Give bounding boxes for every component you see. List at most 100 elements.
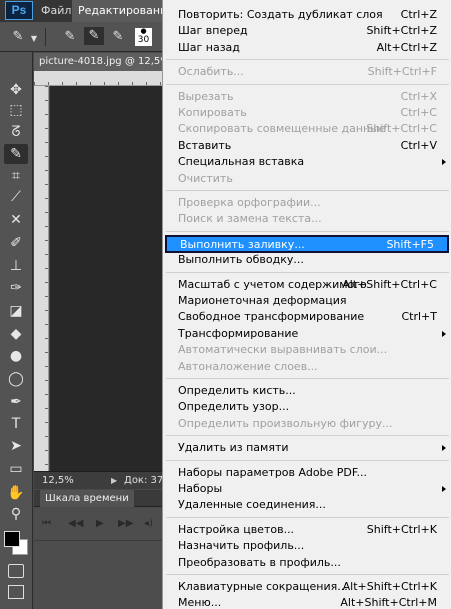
next-frame-icon[interactable]: ▶▶ — [118, 518, 133, 530]
pen-icon[interactable]: ✒ — [4, 392, 28, 412]
menu-item-fill[interactable]: Выполнить заливку... Shift+F5 — [165, 234, 449, 253]
menu-item-0-2[interactable]: Шаг назад Alt+Ctrl+Z — [163, 40, 451, 56]
brush-size-picker[interactable]: ● 30 — [135, 28, 152, 46]
menu-item-1-0[interactable]: Ослабить... Shift+Ctrl+F — [163, 64, 451, 80]
zoom-icon[interactable]: ⚲ — [4, 504, 28, 524]
menu-item-5-4[interactable]: Автоматически выравнивать слои... — [163, 342, 451, 358]
menu-item-10-0[interactable]: Клавиатурные сокращения... Alt+Shift+Ctrl… — [163, 579, 451, 595]
previous-frame-icon[interactable]: ◀◀ — [68, 518, 83, 530]
menu-item-shortcut: Shift+Ctrl+F — [367, 65, 437, 79]
menu-item-5-1[interactable]: Марионеточная деформация — [163, 293, 451, 309]
play-icon[interactable]: ▶ — [96, 518, 104, 530]
brush-icon[interactable]: ✐ — [4, 233, 28, 253]
hand-icon[interactable]: ✋ — [4, 483, 28, 503]
menu-item-6-1[interactable]: Определить узор... — [163, 399, 451, 415]
menu-separator — [166, 271, 449, 273]
path-selection-icon[interactable]: ➤ — [4, 436, 28, 456]
menu-item-0-1[interactable]: Шаг вперед Shift+Ctrl+Z — [163, 23, 451, 39]
menu-separator — [166, 435, 449, 437]
menu-item-7-0[interactable]: Удалить из памяти — [163, 440, 451, 456]
screen-mode-icon[interactable] — [8, 585, 24, 599]
menu-item-5-3[interactable]: Трансформирование — [163, 326, 451, 342]
add-to-selection-brush-icon[interactable]: ✎ — [84, 27, 104, 45]
menu-item-5-2[interactable]: Свободное трансформирование Ctrl+T — [163, 309, 451, 325]
marquee-icon[interactable]: ⬚ — [4, 100, 28, 120]
menu-file[interactable]: Файл — [37, 0, 75, 22]
menu-item-shortcut: Ctrl+X — [400, 89, 437, 103]
history-brush-icon[interactable]: ✑ — [4, 278, 28, 298]
menu-item-shortcut: Ctrl+Z — [400, 8, 437, 21]
move-icon[interactable]: ✥ — [4, 80, 28, 100]
menu-item-label: Копировать — [178, 106, 247, 119]
menu-item-9-0[interactable]: Настройка цветов... Shift+Ctrl+K — [163, 522, 451, 538]
menu-item-6-2[interactable]: Определить произвольную фигуру... — [163, 416, 451, 432]
menu-item-8-2[interactable]: Удаленные соединения... — [163, 497, 451, 513]
menu-item-shortcut: Alt+Shift+Ctrl+C — [342, 277, 437, 291]
menu-item-10-1[interactable]: Меню... Alt+Shift+Ctrl+M — [163, 595, 451, 609]
foreground-color-swatch[interactable] — [4, 531, 20, 547]
menu-item-label: Удалить из памяти — [178, 441, 289, 455]
eraser-icon[interactable]: ◪ — [4, 301, 28, 321]
menu-separator — [166, 378, 449, 379]
menu-item-2-0[interactable]: Вырезать Ctrl+X — [163, 89, 451, 105]
menu-item-2-2[interactable]: Скопировать совмещенные данные Shift+Ctrl… — [163, 121, 451, 137]
menu-item-3-1[interactable]: Поиск и замена текста... — [163, 211, 451, 227]
menu-item-9-2[interactable]: Преобразовать в профиль... — [163, 555, 451, 571]
menu-separator — [166, 190, 449, 191]
type-icon[interactable]: T — [4, 414, 28, 434]
menu-item-6-0[interactable]: Определить кисть... — [163, 383, 451, 399]
menu-item-9-1[interactable]: Назначить профиль... — [163, 538, 451, 554]
menu-item-2-1[interactable]: Копировать Ctrl+C — [163, 105, 451, 121]
menu-item-2-4[interactable]: Специальная вставка — [163, 154, 451, 170]
menu-item-8-1[interactable]: Наборы — [163, 481, 451, 497]
menu-item-2-3[interactable]: Вставить Ctrl+V — [163, 138, 451, 154]
quick-mask-icon[interactable] — [8, 564, 24, 578]
timeline-tab[interactable]: Шкала времени — [40, 490, 134, 507]
quick-selection-brush-icon[interactable]: ✎ — [4, 144, 28, 164]
menu-item-shortcut: Shift+Ctrl+C — [366, 122, 437, 136]
new-selection-brush-icon[interactable]: ✎ — [60, 28, 80, 46]
rectangle-shape-icon[interactable]: ▭ — [4, 459, 28, 479]
brush-dot-icon: ● — [140, 27, 147, 35]
menu-item-label: Скопировать совмещенные данные — [178, 122, 386, 136]
menu-item-shortcut: Ctrl+C — [400, 106, 437, 119]
first-frame-icon[interactable]: ⏮ — [42, 518, 51, 530]
menu-item-3-0[interactable]: Проверка орфографии... — [163, 195, 451, 211]
eyedropper-icon[interactable]: ⟋ — [4, 187, 28, 207]
menu-item-4-1[interactable]: Выполнить обводку... — [163, 252, 451, 268]
menu-item-label: Наборы параметров Adobe PDF... — [178, 465, 367, 479]
crop-icon[interactable]: ⌗ — [4, 166, 28, 186]
document-tab[interactable]: picture-4018.jpg @ 12,5% (L — [34, 53, 162, 71]
menu-item-5-0[interactable]: Масштаб с учетом содержимого Alt+Shift+Ct… — [163, 277, 451, 293]
menu-item-label: Автоналожение слоев... — [178, 359, 318, 373]
menu-item-2-5[interactable]: Очистить — [163, 171, 451, 187]
menu-separator — [166, 230, 449, 232]
menu-item-8-0[interactable]: Наборы параметров Adobe PDF... — [163, 465, 451, 481]
lasso-icon[interactable]: ᘔ — [4, 122, 28, 142]
submenu-arrow-icon — [442, 445, 446, 452]
dodge-icon[interactable]: ◯ — [4, 369, 28, 389]
menu-item-label: Определить произвольную фигуру... — [178, 416, 393, 430]
submenu-arrow-icon — [442, 159, 446, 166]
clone-stamp-icon[interactable]: ⊥ — [4, 256, 28, 276]
menu-item-label: Определить кисть... — [178, 384, 296, 397]
zoom-level[interactable]: 12,5% — [42, 472, 74, 489]
menu-item-label: Настройка цветов... — [178, 522, 295, 536]
healing-brush-icon[interactable]: ✕ — [4, 210, 28, 230]
blur-icon[interactable]: ● — [4, 346, 28, 366]
menu-item-label: Повторить: Создать дубликат слоя — [178, 8, 383, 21]
tool-preset-brush-icon[interactable]: ✎ — [8, 28, 28, 46]
menu-item-5-5[interactable]: Автоналожение слоев... — [163, 359, 451, 375]
menu-item-label: Марионеточная деформация — [178, 294, 347, 307]
submenu-arrow-icon — [442, 330, 446, 337]
status-menu-arrow-icon[interactable]: ▶ — [111, 472, 117, 489]
menu-item-0-0[interactable]: Повторить: Создать дубликат слоя Ctrl+Z — [163, 7, 451, 23]
vertical-ruler[interactable] — [34, 86, 49, 471]
horizontal-ruler[interactable] — [34, 71, 162, 86]
audio-icon[interactable]: ◂) — [144, 518, 153, 530]
subtract-from-selection-brush-icon[interactable]: ✎ — [108, 28, 128, 46]
menu-item-shortcut: Alt+Shift+Ctrl+K — [342, 580, 437, 593]
paint-bucket-icon[interactable]: ◆ — [4, 324, 28, 344]
document-canvas[interactable] — [50, 86, 162, 471]
chevron-down-icon[interactable]: ▼ — [29, 30, 39, 48]
